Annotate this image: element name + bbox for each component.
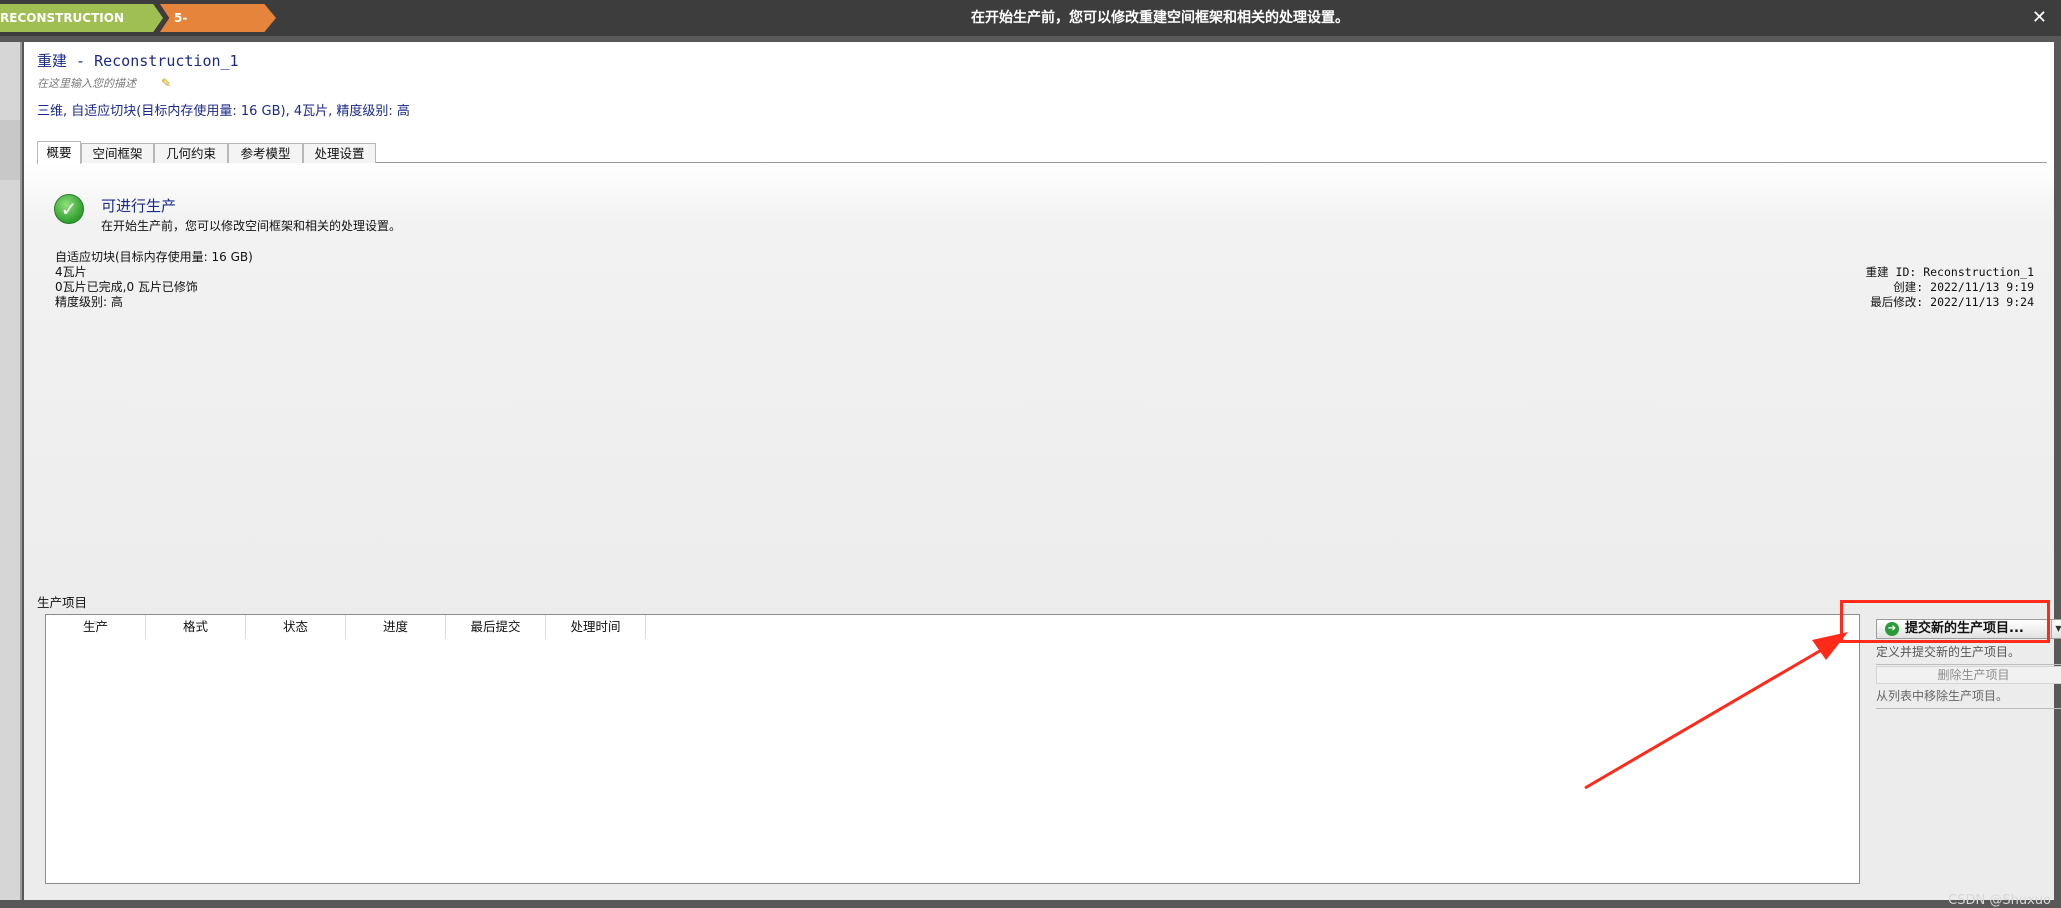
main-panel: 重建 - Reconstruction_1 在这里输入您的描述 ✎ 三维, 自适…	[24, 42, 2061, 900]
reconstruction-summary: 三维, 自适应切块(目标内存使用量: 16 GB), 4瓦片, 精度级别: 高	[37, 104, 410, 119]
submit-production-description: 定义并提交新的生产项目。	[1876, 643, 2061, 665]
sort-caret-icon: ▿	[94, 618, 99, 627]
plus-circle-icon: ➔	[1885, 622, 1899, 636]
status-subtitle: 在开始生产前，您可以修改空间框架和相关的处理设置。	[101, 219, 402, 233]
column-header-production[interactable]: ▿ 生产	[46, 615, 146, 639]
delete-production-button[interactable]: 删除生产项目	[1876, 666, 2061, 684]
tab-processing-settings[interactable]: 处理设置	[303, 143, 376, 163]
app-window: RECONSTRUCTION SETTINGS 5- PRODUCTION 在开…	[0, 0, 2061, 908]
column-header-status[interactable]: 状态	[246, 615, 346, 639]
column-header-last-submitted[interactable]: 最后提交	[446, 615, 546, 639]
pencil-icon[interactable]: ✎	[161, 76, 171, 90]
production-items-label: 生产项目	[37, 595, 88, 610]
meta-modified: 最后修改: 2022/11/13 9:24	[1870, 295, 2034, 309]
status-title: 可进行生产	[101, 197, 177, 215]
watermark: CSDN @Shuxuo	[1948, 893, 2051, 908]
reconstruction-title: 重建 - Reconstruction_1	[37, 52, 239, 70]
submit-production-button[interactable]: ➔ 提交新的生产项目... ▼	[1876, 619, 2061, 639]
left-side-strip	[0, 42, 22, 900]
detail-precision: 精度级别: 高	[55, 295, 123, 309]
description-field[interactable]: 在这里输入您的描述	[37, 75, 136, 91]
close-icon[interactable]: ✕	[2032, 4, 2047, 32]
meta-created: 创建: 2022/11/13 9:19	[1893, 280, 2034, 294]
tab-reference-model[interactable]: 参考模型	[228, 143, 303, 163]
breadcrumb-production[interactable]: 5- PRODUCTION	[160, 4, 276, 32]
title-bar: RECONSTRUCTION SETTINGS 5- PRODUCTION 在开…	[0, 0, 2061, 36]
tab-geometric-constraints[interactable]: 几何约束	[154, 143, 228, 163]
production-items-table[interactable]: ▿ 生产 格式 状态 进度 最后提交 处理时间	[45, 614, 1860, 884]
column-header-progress[interactable]: 进度	[346, 615, 446, 639]
reconstruction-details: 自适应切块(目标内存使用量: 16 GB) 4瓦片 0瓦片已完成,0 瓦片已修饰…	[55, 250, 253, 310]
chevron-down-icon[interactable]: ▼	[2051, 620, 2061, 638]
check-circle-icon: ✓	[54, 194, 84, 224]
breadcrumb-reconstruction-settings[interactable]: RECONSTRUCTION SETTINGS	[0, 4, 163, 32]
detail-progress: 0瓦片已完成,0 瓦片已修饰	[55, 280, 198, 294]
left-strip-marker	[0, 120, 20, 180]
tab-spatial-framework[interactable]: 空间框架	[81, 143, 154, 163]
tab-bar: 概要 空间框架 几何约束 参考模型 处理设置	[37, 141, 2047, 164]
delete-production-description: 从列表中移除生产项目。	[1876, 687, 2061, 709]
submit-production-label: 提交新的生产项目...	[1905, 621, 2024, 636]
meta-id: 重建 ID: Reconstruction_1	[1865, 265, 2034, 279]
reconstruction-meta: 重建 ID: Reconstruction_1 创建: 2022/11/13 9…	[1866, 265, 2034, 310]
tab-overview[interactable]: 概要	[37, 141, 81, 164]
title-message: 在开始生产前，您可以修改重建空间框架和相关的处理设置。	[971, 10, 1349, 26]
column-header-format[interactable]: 格式	[146, 615, 246, 639]
column-header-processing-time[interactable]: 处理时间	[546, 615, 646, 639]
detail-tiles: 4瓦片	[55, 265, 87, 279]
detail-tiling: 自适应切块(目标内存使用量: 16 GB)	[55, 250, 253, 264]
